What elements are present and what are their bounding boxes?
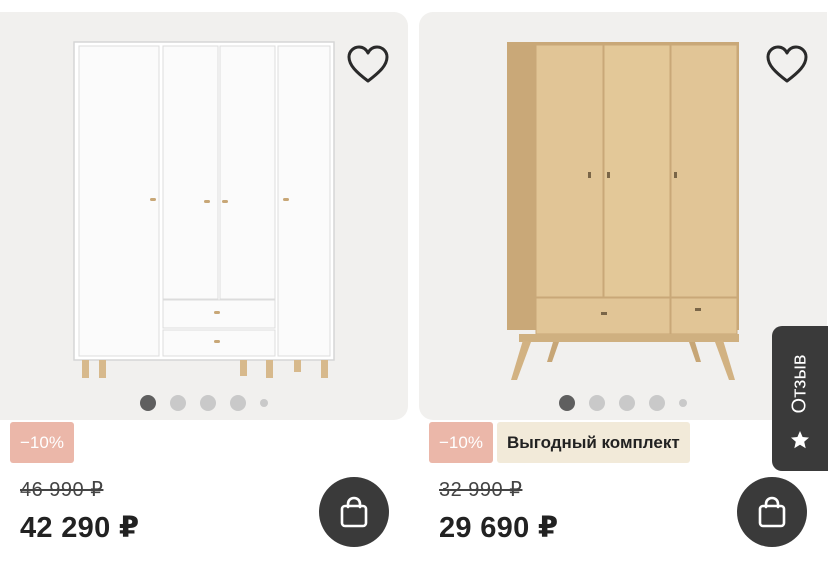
- product-card-1[interactable]: −10% 46 990 ₽ 42 290 ₽: [0, 0, 408, 573]
- deal-badge: Выгодный комплект: [496, 422, 690, 463]
- carousel-dot[interactable]: [200, 395, 216, 411]
- product-image-gallery[interactable]: [0, 12, 408, 420]
- discount-badge: −10%: [429, 422, 493, 463]
- add-to-cart-button[interactable]: [319, 477, 389, 547]
- carousel-dot[interactable]: [649, 395, 665, 411]
- carousel-dot[interactable]: [140, 395, 156, 411]
- price: 29 690 ₽: [439, 512, 559, 544]
- product-card-2[interactable]: −10% Выгодный комплект 32 990 ₽ 29 690 ₽: [419, 0, 827, 573]
- heart-icon: [347, 45, 389, 83]
- heart-icon: [766, 45, 808, 83]
- favorite-button[interactable]: [763, 42, 811, 88]
- old-price: 46 990 ₽: [20, 479, 104, 501]
- carousel-dot[interactable]: [589, 395, 605, 411]
- old-price: 32 990 ₽: [439, 479, 523, 501]
- add-to-cart-button[interactable]: [737, 477, 807, 547]
- shopping-bag-icon: [340, 496, 368, 528]
- star-icon: [791, 431, 809, 449]
- carousel-dot[interactable]: [230, 395, 246, 411]
- carousel-dot[interactable]: [170, 395, 186, 411]
- carousel-dot[interactable]: [559, 395, 575, 411]
- review-tab[interactable]: Отзыв: [772, 326, 828, 471]
- discount-badge: −10%: [10, 422, 74, 463]
- shopping-bag-icon: [758, 496, 786, 528]
- carousel-dot[interactable]: [679, 399, 687, 407]
- favorite-button[interactable]: [344, 42, 392, 88]
- review-tab-label: Отзыв: [788, 354, 811, 414]
- carousel-dot[interactable]: [619, 395, 635, 411]
- product-image-gallery[interactable]: [419, 12, 827, 420]
- carousel-dot[interactable]: [260, 399, 268, 407]
- price: 42 290 ₽: [20, 512, 140, 544]
- carousel-dots: [0, 395, 408, 411]
- carousel-dots: [419, 395, 827, 411]
